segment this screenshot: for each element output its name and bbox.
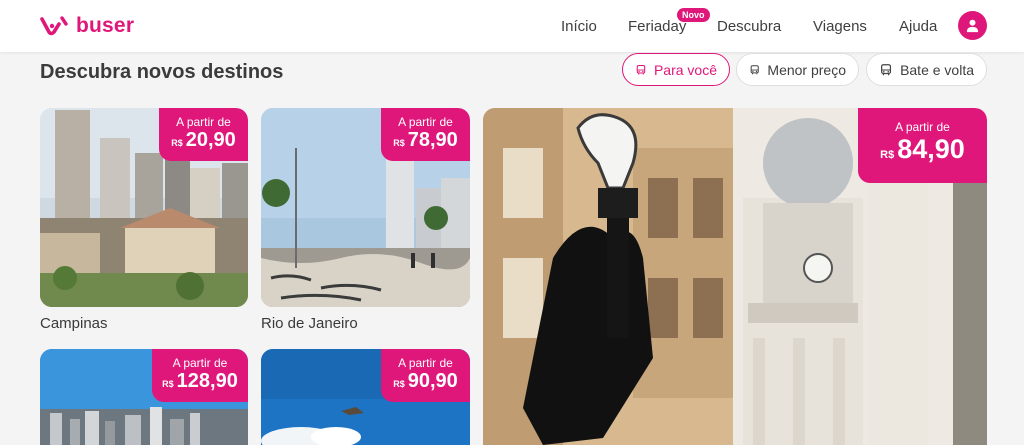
- currency-symbol: R$: [393, 138, 405, 148]
- nav-ajuda[interactable]: Ajuda: [899, 18, 937, 35]
- destination-card-rio-de-janeiro[interactable]: A partir de R$ 78,90: [261, 108, 470, 307]
- price-badge: A partir de R$ 78,90: [381, 108, 470, 161]
- city-name[interactable]: Rio de Janeiro: [261, 315, 358, 332]
- price-prefix: A partir de: [895, 120, 950, 134]
- price-value: 128,90: [176, 370, 238, 392]
- filter-label: Para você: [653, 61, 717, 78]
- currency-symbol: R$: [880, 149, 895, 161]
- user-icon: [966, 19, 979, 33]
- price-prefix: A partir de: [176, 115, 231, 129]
- currency-symbol: R$: [393, 379, 405, 389]
- destination-card-featured[interactable]: A partir de R$ 84,90: [483, 108, 987, 445]
- currency-symbol: R$: [171, 138, 183, 148]
- section-title: Descubra novos destinos: [40, 61, 284, 83]
- destination-card[interactable]: A partir de R$ 90,90: [261, 349, 470, 445]
- price-prefix: A partir de: [398, 115, 453, 129]
- filter-bate-e-volta[interactable]: Bate e volta: [866, 53, 987, 86]
- price-value: 84,90: [897, 134, 965, 164]
- price-badge: A partir de R$ 84,90: [858, 108, 987, 183]
- price-prefix: A partir de: [398, 356, 453, 370]
- destination-card-campinas[interactable]: A partir de R$ 20,90: [40, 108, 248, 307]
- bus-icon: [881, 63, 892, 75]
- brand-logo[interactable]: buser: [40, 14, 134, 38]
- bus-icon: [636, 64, 646, 74]
- city-name[interactable]: Campinas: [40, 315, 108, 332]
- price-value: 90,90: [407, 370, 458, 392]
- price-badge: A partir de R$ 20,90: [159, 108, 248, 161]
- currency-symbol: R$: [162, 379, 174, 389]
- profile-button[interactable]: [958, 11, 987, 40]
- nav-viagens[interactable]: Viagens: [813, 18, 867, 35]
- top-bar: buser Início Feriaday Novo Descubra Viag…: [0, 0, 1024, 52]
- price-prefix: A partir de: [172, 356, 228, 370]
- nav-descubra[interactable]: Descubra: [717, 18, 781, 35]
- price-value: 78,90: [407, 129, 458, 151]
- nav-feriaday[interactable]: Feriaday: [628, 18, 686, 35]
- filter-menor-preco[interactable]: Menor preço: [736, 53, 859, 86]
- buser-logo-icon: [40, 16, 68, 36]
- filter-label: Bate e volta: [900, 61, 974, 78]
- price-badge: A partir de R$ 90,90: [381, 349, 470, 402]
- bus-icon: [750, 64, 759, 74]
- price-badge: A partir de R$ 128,90: [152, 349, 248, 402]
- new-badge: Novo: [677, 8, 710, 22]
- price-value: 20,90: [185, 129, 236, 151]
- filter-para-voce[interactable]: Para você: [622, 53, 730, 86]
- destination-card[interactable]: A partir de R$ 128,90: [40, 349, 248, 445]
- filter-label: Menor preço: [767, 61, 846, 78]
- nav-inicio[interactable]: Início: [561, 18, 597, 35]
- brand-name: buser: [76, 14, 135, 37]
